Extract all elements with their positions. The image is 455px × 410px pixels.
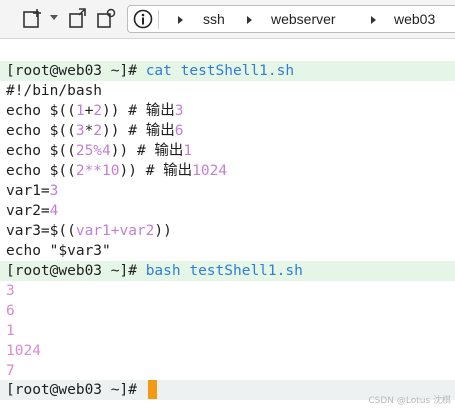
command: bash testShell1.sh: [145, 263, 303, 279]
prompt: [root@web03 ~]#: [6, 382, 146, 398]
output-line: echo $((3*2)) # 输出6: [6, 123, 184, 139]
breadcrumb-separator-icon: [247, 16, 252, 24]
info-icon[interactable]: [133, 9, 153, 29]
chevron-down-icon[interactable]: [50, 15, 58, 20]
new-session-icon[interactable]: [22, 8, 44, 30]
terminal-cursor: [147, 380, 157, 399]
reconnect-icon[interactable]: [95, 8, 117, 30]
output-line: echo $((25%4)) # 输出1: [6, 143, 193, 159]
output-line: 3: [6, 283, 15, 299]
prompt: [root@web03 ~]#: [6, 263, 146, 279]
prompt-line: [root@web03 ~]# cat testShell1.sh: [0, 61, 455, 81]
output-line: var3=$((var1+var2)): [6, 223, 172, 239]
breadcrumb-separator-icon: [371, 16, 376, 24]
output-line: #!/bin/bash: [6, 83, 103, 99]
output-line: 1024: [6, 343, 41, 359]
breadcrumb-ssh[interactable]: ssh: [203, 11, 225, 27]
output-line: 7: [6, 363, 15, 379]
terminal[interactable]: [root@web03 ~]# cat testShell1.sh #!/bin…: [0, 39, 455, 410]
command: cat testShell1.sh: [145, 63, 295, 79]
watermark: CSDN @Lotus 沈棋: [368, 396, 451, 406]
toolbar: ssh webserver web03: [0, 0, 455, 39]
breadcrumb-separator-icon: [178, 16, 183, 24]
breadcrumb-webserver[interactable]: webserver: [271, 11, 336, 27]
breadcrumb-web03[interactable]: web03: [394, 11, 435, 27]
address-bar[interactable]: ssh webserver web03: [127, 5, 455, 33]
output-line: var1=3: [6, 183, 59, 199]
output-line: echo $((1+2)) # 输出3: [6, 103, 184, 119]
output-line: 1: [6, 323, 15, 339]
prompt: [root@web03 ~]#: [6, 63, 146, 79]
duplicate-session-icon[interactable]: [67, 8, 89, 30]
prompt-line: [root@web03 ~]# bash testShell1.sh: [0, 261, 455, 281]
output-line: 6: [6, 303, 15, 319]
output-line: echo "$var3": [6, 243, 111, 259]
output-line: var2=4: [6, 203, 59, 219]
output-line: echo $((2**10)) # 输出1024: [6, 163, 228, 179]
